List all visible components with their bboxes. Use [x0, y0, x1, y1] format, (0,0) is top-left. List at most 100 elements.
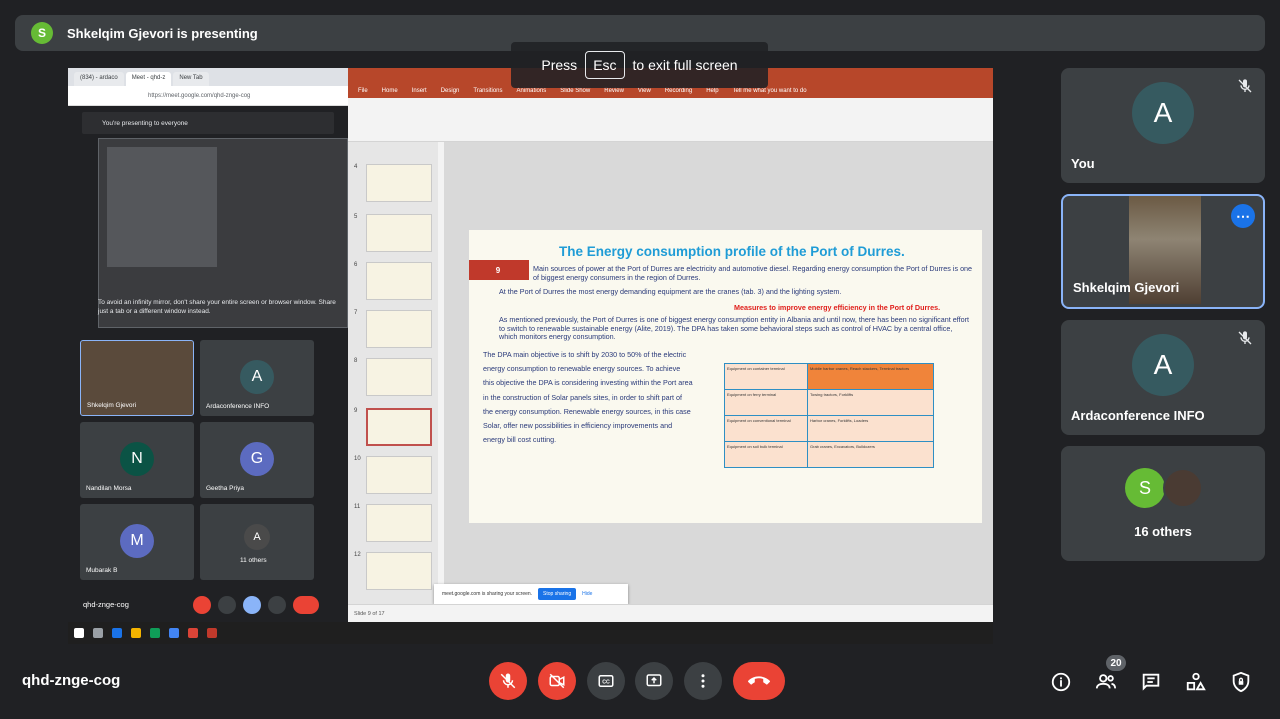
- participant-tile-ardaconference[interactable]: A Ardaconference INFO: [1061, 320, 1265, 435]
- people-button[interactable]: [1094, 670, 1118, 694]
- thumb-number: 12: [354, 552, 361, 558]
- people-icon: [1095, 674, 1117, 689]
- slide-number-tag: 9: [469, 260, 529, 280]
- chrome-icon: [188, 628, 198, 638]
- table-cell: Equipment on container terminal: [723, 363, 809, 390]
- table-row: Equipment on soil bulk terminal Grab cra…: [723, 441, 934, 468]
- leave-call-button[interactable]: [733, 662, 785, 700]
- mini-tile: M Mubarak B: [80, 504, 194, 580]
- slide-paragraph: Main sources of power at the Port of Dur…: [533, 264, 973, 282]
- thumb-number: 6: [354, 262, 358, 268]
- browser-url-bar: https://meet.google.com/qhd-znge-cog: [68, 86, 348, 106]
- folder-icon: [131, 628, 141, 638]
- mic-off-icon: [500, 673, 516, 689]
- participant-tile-you[interactable]: A You: [1061, 68, 1265, 183]
- present-now-button[interactable]: [635, 662, 673, 700]
- table-cell: Equipment on ferry terminal: [723, 389, 809, 416]
- mini-tile-avatar: G: [240, 442, 274, 476]
- search-icon: [93, 628, 103, 638]
- mini-tile-avatar: A: [240, 360, 274, 394]
- ppt-menu-item: Review: [604, 88, 624, 94]
- ppt-menu-item: Design: [440, 88, 460, 94]
- more-vert-icon: [701, 674, 705, 688]
- shared-browser-window: (834) - ardaco Meet - qhd-z New Tab http…: [68, 68, 348, 644]
- mini-tile-name: 11 others: [240, 557, 267, 564]
- people-count-badge: 20: [1106, 655, 1126, 671]
- slide-thumbnail-selected: [366, 408, 432, 446]
- mini-tile: N Nandilan Morsa: [80, 422, 194, 498]
- mini-meeting-code: qhd-znge-cog: [83, 600, 129, 609]
- mic-toggle-button[interactable]: [489, 662, 527, 700]
- activities-icon: [1186, 672, 1206, 691]
- mini-tile: A 11 others: [200, 504, 314, 580]
- stop-sharing-button: Stop sharing: [538, 588, 577, 600]
- presenter-text: Shkelqim Gjevori is presenting: [67, 25, 258, 41]
- fullscreen-exit-hint: Press Esc to exit full screen: [511, 42, 768, 88]
- windows-start-icon: [74, 628, 84, 638]
- table-cell: Harbor cranes, Forklifts, Loaders: [807, 415, 934, 442]
- others-avatar: S: [1125, 468, 1165, 508]
- current-slide: 9 The Energy consumption profile of the …: [469, 230, 982, 523]
- others-label: 16 others: [1134, 524, 1192, 539]
- more-options-button[interactable]: [684, 662, 722, 700]
- browser-tab-strip: (834) - ardaco Meet - qhd-z New Tab: [68, 68, 348, 86]
- table-cell: Grab cranes, Excavators, Bulldozers: [807, 441, 934, 468]
- mini-tile-avatar: N: [120, 442, 154, 476]
- participant-avatar: A: [1132, 334, 1194, 396]
- thumb-number: 5: [354, 214, 358, 220]
- windows-taskbar: [68, 622, 993, 644]
- table-row: Equipment on conventional terminal Harbo…: [723, 415, 934, 442]
- host-controls-button[interactable]: [1229, 670, 1253, 694]
- table-cell: Equipment on soil bulk terminal: [723, 441, 809, 468]
- sharing-popup-text: meet.google.com is sharing your screen.: [442, 591, 533, 597]
- edge-icon: [112, 628, 122, 638]
- browser-tab: New Tab: [173, 72, 209, 86]
- svg-text:CC: CC: [602, 679, 610, 685]
- esc-hint-suffix: to exit full screen: [632, 57, 738, 73]
- mini-meet-controls: qhd-znge-cog: [68, 588, 348, 622]
- mic-off-icon: [1238, 79, 1252, 93]
- slide-equipment-table: Equipment on container terminal Mobile h…: [723, 363, 934, 468]
- table-cell: Towing tractors, Forklifts: [807, 389, 934, 416]
- hang-up-icon: [748, 676, 770, 685]
- mini-camera-button: [218, 596, 236, 614]
- present-icon: [646, 674, 662, 687]
- mic-off-icon: [1238, 331, 1252, 345]
- mini-tile: A Ardaconference INFO: [200, 340, 314, 416]
- mini-tile: G Geetha Priya: [200, 422, 314, 498]
- mini-tile-avatar: A: [244, 524, 270, 550]
- ppt-menu-item: Home: [381, 88, 398, 94]
- thumb-number: 8: [354, 358, 358, 364]
- slide-thumbnail: [366, 262, 432, 300]
- participant-tile-others[interactable]: S 16 others: [1061, 446, 1265, 561]
- meeting-details-button[interactable]: [1049, 670, 1073, 694]
- browser-tab: Meet - qhd-z: [125, 72, 172, 86]
- more-options-icon[interactable]: ⋯: [1231, 204, 1255, 228]
- captions-button[interactable]: CC: [587, 662, 625, 700]
- mini-tile-name: Ardaconference INFO: [206, 403, 270, 410]
- table-cell: Equipment on conventional terminal: [723, 415, 809, 442]
- shared-screen: (834) - ardaco Meet - qhd-z New Tab http…: [68, 68, 993, 644]
- captions-icon: CC: [598, 675, 614, 687]
- slide-thumbnail: [366, 164, 432, 202]
- slide-thumbnail: [366, 310, 432, 348]
- mini-tile-avatar: M: [120, 524, 154, 558]
- slide-thumbnail: [366, 504, 432, 542]
- slide-thumbnail: [366, 456, 432, 494]
- activities-button[interactable]: [1184, 670, 1208, 694]
- participant-name: Shkelqim Gjevori: [1073, 280, 1180, 295]
- chat-icon: [1142, 673, 1160, 691]
- slide-left-text: The DPA main objective is to shift by 20…: [483, 350, 693, 445]
- browser-tab: (834) - ardaco: [74, 72, 124, 86]
- ppt-menu-item: Slide Show: [560, 88, 591, 94]
- presenter-avatar: S: [31, 22, 53, 44]
- word-icon: [169, 628, 179, 638]
- ppt-menu-item: View: [637, 88, 651, 94]
- participant-tile-presenter[interactable]: ⋯ Shkelqim Gjevori: [1061, 194, 1265, 309]
- chat-button[interactable]: [1139, 670, 1163, 694]
- ppt-menu-item: File: [358, 88, 368, 94]
- mini-more-button: [268, 596, 286, 614]
- table-row: Equipment on container terminal Mobile h…: [723, 363, 934, 390]
- others-avatar-photo: [1163, 468, 1203, 508]
- camera-toggle-button[interactable]: [538, 662, 576, 700]
